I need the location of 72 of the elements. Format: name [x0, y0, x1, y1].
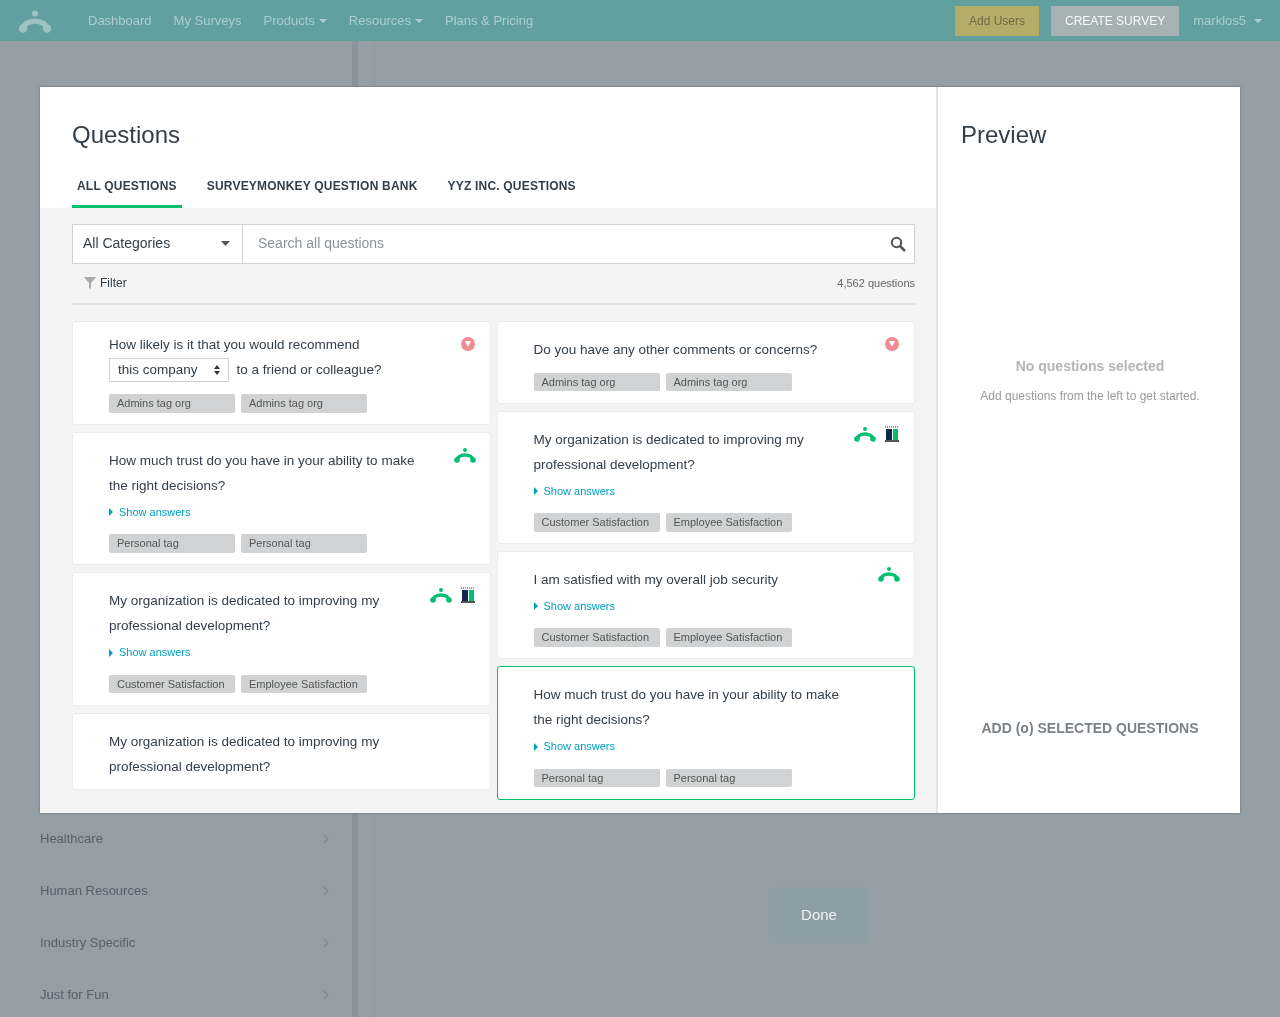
nav-link[interactable]: My Surveys: [173, 10, 242, 31]
question-card[interactable]: Do you have any other comments or concerns? Admins tag org Admins tag org: [496, 320, 915, 404]
sort-arrows-icon: [213, 364, 220, 375]
caret-icon: [1254, 18, 1262, 23]
add-users-button[interactable]: Add Users: [954, 5, 1039, 36]
search-icon[interactable]: [890, 235, 906, 252]
tag: Customer Satisfaction: [533, 513, 660, 532]
question-text: My organization is dedicated to improving my professional development?: [109, 732, 381, 776]
search-bar[interactable]: All Categories Search all questions: [72, 223, 915, 264]
empty-message: Add questions from the left to get started.: [979, 387, 1201, 405]
tag: Personal tag: [533, 768, 660, 788]
caret-icon: [533, 487, 538, 496]
tag: Personal tag: [665, 768, 792, 788]
dialog-title: Questions: [72, 121, 182, 150]
question-card[interactable]: How likely is it that you would recommend this company to a friend or colleague? Admins tag org Admins tag org: [72, 320, 491, 426]
question-card[interactable]: I am satisfied with my overall job security Show answers Customer Satisfaction Employee Satisfaction: [496, 551, 915, 660]
empty-title: No questions selected: [1014, 356, 1166, 376]
tag: Personal tag: [241, 534, 367, 553]
answer-dropdown[interactable]: this company: [109, 357, 229, 383]
bar-chart-icon: [884, 425, 900, 442]
question-text: to a friend or colleague?: [236, 361, 382, 380]
tag: Admins tag org: [533, 372, 660, 392]
user-menu[interactable]: marklos5: [1193, 10, 1262, 31]
tag: Admins tag org: [241, 394, 367, 413]
filter-button[interactable]: Filter: [84, 274, 127, 293]
show-answers-link[interactable]: Show answers: [109, 644, 191, 661]
tag: Employee Satisfaction: [665, 513, 792, 532]
question-text: Do you have any other comments or concerns?: [533, 340, 818, 359]
tag: Personal tag: [109, 534, 235, 553]
caret-icon: [109, 508, 113, 517]
question-text: I am satisfied with my overall job security: [533, 571, 780, 590]
question-card[interactable]: My organization is dedicated to improving my professional development?: [72, 712, 491, 790]
category-item[interactable]: Just for Fun: [40, 985, 109, 1005]
nav-link[interactable]: Resources: [348, 10, 423, 31]
question-card[interactable]: How much trust do you have in your ability to make the right decisions? Show answers Personal tag Personal tag: [72, 432, 491, 566]
tag: Employee Satisfaction: [241, 674, 367, 694]
caret-icon: [109, 648, 113, 657]
nav-link[interactable]: Products: [263, 10, 327, 31]
show-answers-link[interactable]: Show answers: [533, 482, 616, 500]
show-answers-link[interactable]: Show answers: [533, 598, 616, 615]
show-answers-link[interactable]: Show answers: [109, 504, 191, 521]
tag: Customer Satisfaction: [109, 674, 235, 694]
caret-icon: [533, 602, 538, 611]
done-button[interactable]: Done: [769, 887, 869, 943]
caret-icon: [221, 241, 230, 247]
filter-icon: [84, 277, 96, 290]
nav-link[interactable]: Plans & Pricing: [444, 10, 534, 31]
tag: Customer Satisfaction: [533, 628, 660, 647]
preview-title: Preview: [961, 121, 1048, 150]
question-text: How much trust do you have in your ability to make the right decisions?: [109, 452, 416, 496]
question-card[interactable]: My organization is dedicated to improving my professional development? Show answers Customer Satisfaction Employee Satisfaction: [72, 572, 491, 706]
bar-chart-icon: [459, 587, 476, 604]
tag: Admins tag org: [665, 372, 792, 392]
question-text: My organization is dedicated to improving my professional development?: [533, 430, 805, 474]
question-text: How likely is it that you would recommend: [109, 335, 361, 354]
question-count: 4,562 questions: [837, 276, 915, 292]
tag: Employee Satisfaction: [665, 628, 792, 647]
tab[interactable]: SURVEYMONKEY QUESTION BANK: [201, 176, 423, 208]
show-answers-link[interactable]: Show answers: [533, 738, 616, 755]
question-text: How much trust do you have in your ability to make the right decisions?: [533, 686, 840, 730]
category-item[interactable]: Human Resources: [40, 881, 148, 901]
category-item[interactable]: Healthcare: [40, 829, 103, 849]
question-card[interactable]: How much trust do you have in your ability to make the right decisions? Show answers Personal tag Personal tag: [496, 666, 915, 800]
question-text: My organization is dedicated to improving my professional development?: [109, 592, 381, 636]
tab[interactable]: YYZ INC. QUESTIONS: [442, 176, 581, 208]
category-dropdown[interactable]: All Categories: [73, 224, 243, 263]
tag: Admins tag org: [109, 394, 235, 413]
nav-link[interactable]: Dashboard: [88, 10, 152, 31]
create-survey-button[interactable]: CREATE SURVEY: [1051, 5, 1180, 36]
question-card[interactable]: My organization is dedicated to improving my professional development? Show answers Customer Satisfaction Employee Satisfaction: [496, 410, 915, 545]
category-item[interactable]: Industry Specific: [40, 933, 136, 953]
caret-icon: [533, 742, 538, 751]
